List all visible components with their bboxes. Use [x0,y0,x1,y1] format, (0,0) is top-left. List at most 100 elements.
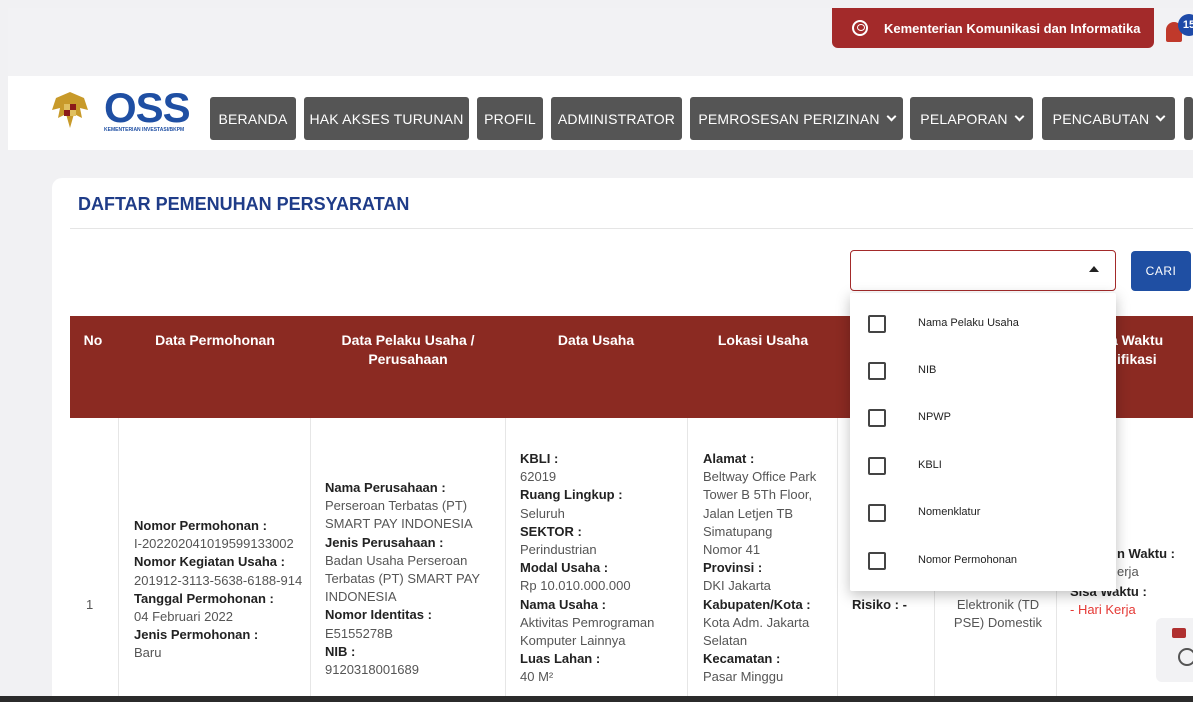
option-label: NPWP [918,411,951,423]
th-data-pelaku-1: Data Pelaku Usaha / [341,332,475,348]
nav-label: ADMINISTRATOR [557,110,676,127]
option-label: Nomenklatur [918,506,981,518]
label: Nomor Permohonan : [134,518,267,533]
filter-option[interactable]: NPWP [850,395,1116,441]
garuda-emblem-icon [52,92,88,128]
filter-option[interactable]: KBLI [850,443,1116,489]
th-waktu-1: a Waktu [1110,332,1164,348]
label: Risiko : - [852,597,907,612]
label: Modal Usaha : [520,560,609,576]
value: E5155278B [325,625,393,641]
nav-label: PELAPORAN [920,110,1008,127]
th-data-usaha: Data Usaha [557,332,635,348]
label: Alamat : [703,451,755,466]
th-no: No [83,332,103,348]
label: KBLI : [520,451,559,466]
page-title: DAFTAR PEMENUHAN PERSYARATAN [78,194,410,214]
search-button[interactable]: CARI [1131,251,1191,291]
filter-option[interactable]: Nomor Permohonan [850,538,1116,584]
divider [70,228,1193,229]
cell-risiko: Risiko : - [852,596,907,614]
nav-label: BERANDA [218,110,288,127]
nav-label: HAK AKSES TURUNAN [309,110,464,127]
value: 62019 [520,469,557,485]
label: SEKTOR : [520,523,582,539]
value: Perseroan Terbatas (PT) [325,498,468,514]
value: erja [1117,564,1139,580]
nav-administrator[interactable]: ADMINISTRATOR [551,97,682,140]
checkbox[interactable] [868,362,886,380]
filter-option[interactable]: NIB [850,348,1116,394]
value: Selatan [703,633,748,649]
value: Aktivitas Pemrograman [520,614,655,630]
label: Tanggal Permohonan : [134,590,274,606]
value: Tower B 5Th Floor, [703,487,813,503]
value: INDONESIA [325,589,397,605]
value: - Hari Kerja [1070,602,1136,618]
checkbox[interactable] [868,552,886,570]
value: Simatupang [703,523,773,539]
value: Pasar Minggu [703,669,784,685]
nav-label: PEMROSESAN PERIZINAN [698,110,880,127]
user-name: Kementerian Komunikasi dan Informatika [884,20,1141,36]
value: I-202202041019599133002 [134,536,294,552]
value: PSE) Domestik [953,615,1043,631]
logo-tagline: KEMENTERIAN INVESTASI/BKPM [104,127,185,133]
value: Elektronik (TD [956,597,1040,612]
label: Ruang Lingkup : [520,487,623,503]
nav-pelaporan[interactable]: PELAPORAN [910,97,1033,140]
label: Luas Lahan : [520,651,601,667]
filter-select[interactable] [850,250,1116,291]
option-label: KBLI [918,459,942,471]
oss-logo[interactable]: OSS KEMENTERIAN INVESTASI/BKPM [104,87,196,134]
value: Nomor 41 [703,542,761,558]
label: Kabupaten/Kota : [703,596,811,612]
nav-profil[interactable]: PROFIL [477,97,543,140]
label: Nomor Identitas : [325,607,432,623]
user-account-button[interactable]: Kementerian Komunikasi dan Informatika [832,8,1154,48]
label: Jenis Permohonan : [134,627,259,643]
cell-data-permohonan: Nomor Permohonan : I-2022020410195991330… [134,517,309,663]
th-data-pelaku-2: Perusahaan [368,351,448,367]
filter-option[interactable]: Nama Pelaku Usaha [850,301,1116,347]
label: Kecamatan : [703,651,781,667]
checkbox[interactable] [868,457,886,475]
column-separator [505,418,506,698]
checkbox[interactable] [868,409,886,427]
cell-data-usaha: KBLI : 62019 Ruang Lingkup : Seluruh SEK… [520,450,685,687]
floating-helper-button[interactable] [1156,618,1193,682]
label: Nama Perusahaan : [325,480,446,495]
value: Jalan Letjen TB [703,505,794,521]
label: n Waktu : [1117,546,1176,561]
value: 201912-3113-5638-6188-914 [134,572,303,588]
nav-hak-akses-turunan[interactable]: HAK AKSES TURUNAN [304,97,469,140]
row-number: 1 [86,597,94,612]
value: Komputer Lainnya [520,633,626,649]
column-separator [118,418,119,698]
cell-data-pelaku-usaha: Nama Perusahaan : Perseroan Terbatas (PT… [325,479,503,679]
value: Kota Adm. Jakarta [703,614,810,630]
clock-icon [1178,648,1193,666]
value: 40 M² [520,669,554,685]
chevron-down-icon [886,111,897,122]
value: Rp 10.010.000.000 [520,578,631,594]
checkbox[interactable] [868,315,886,333]
checkbox[interactable] [868,504,886,522]
value: Seluruh [520,505,565,521]
value: 9120318001689 [325,662,419,678]
th-waktu-2: ifikasi [1117,351,1157,367]
value: Baru [134,645,162,661]
calendar-icon [1172,628,1186,638]
label: Nomor Kegiatan Usaha : [134,554,285,570]
value: 04 Februari 2022 [134,609,234,625]
caret-up-icon[interactable] [1089,266,1099,272]
option-label: Nama Pelaku Usaha [918,317,1019,329]
nav-pencabutan[interactable]: PENCABUTAN [1042,97,1175,140]
nav-more[interactable] [1184,97,1193,140]
nav-beranda[interactable]: BERANDA [210,97,296,140]
value: Perindustrian [520,542,597,558]
filter-option[interactable]: Nomenklatur [850,490,1116,536]
option-label: Nomor Permohonan [918,554,1018,566]
value: Terbatas (PT) SMART PAY [325,571,481,587]
nav-pemrosesan-perizinan[interactable]: PEMROSESAN PERIZINAN [690,97,903,140]
